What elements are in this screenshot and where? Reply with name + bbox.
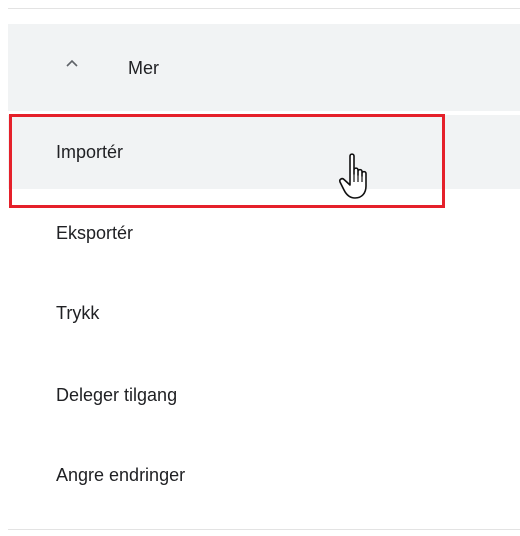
menu-item-label: Importér (56, 142, 124, 162)
more-section-header[interactable]: Mer (8, 24, 520, 111)
menu-item-export[interactable]: Eksportér (8, 196, 520, 270)
menu-item-label: Eksportér (56, 223, 134, 243)
hand-pointer-icon (338, 152, 380, 204)
menu-item-print[interactable]: Trykk (8, 276, 520, 350)
bottom-divider (8, 529, 520, 530)
top-divider (8, 8, 520, 9)
menu-item-label: Deleger tilgang (56, 385, 178, 405)
menu-item-import[interactable]: Importér (8, 115, 520, 189)
more-section-label: Mer (128, 58, 159, 78)
menu-item-label: Angre endringer (56, 465, 186, 485)
menu-item-label: Trykk (56, 303, 100, 323)
menu-item-delegate-access[interactable]: Deleger tilgang (8, 358, 520, 432)
chevron-up-icon (60, 52, 84, 76)
menu-item-undo-changes[interactable]: Angre endringer (8, 438, 520, 512)
